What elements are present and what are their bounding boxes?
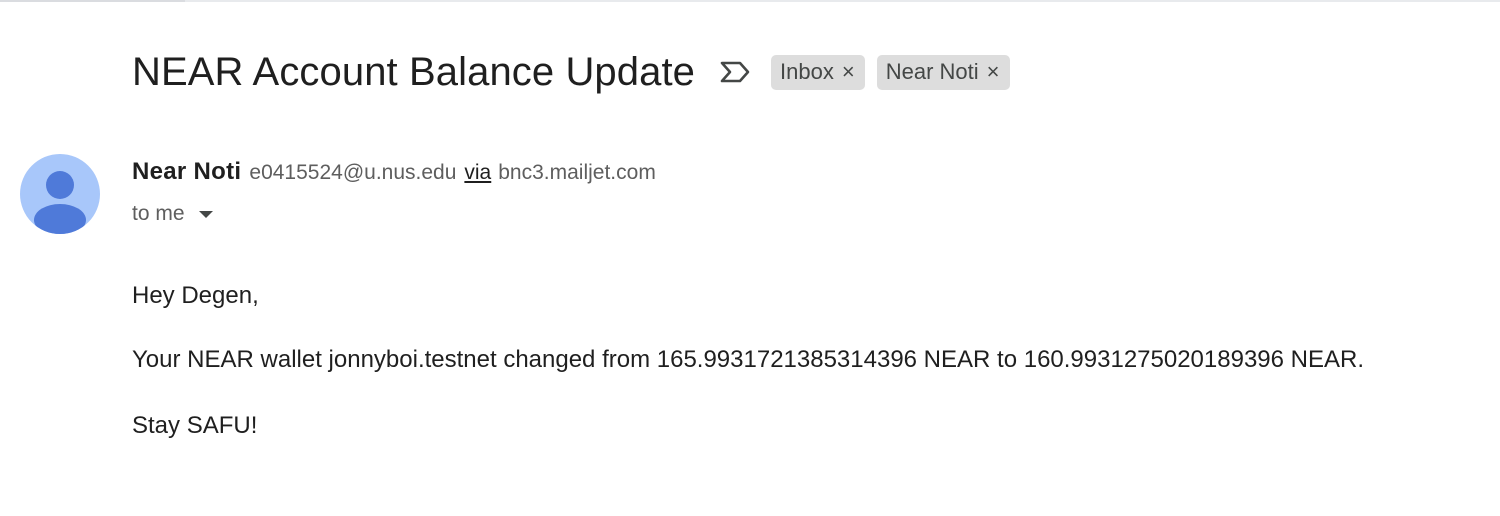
sender-name[interactable]: Near Noti: [132, 158, 241, 186]
email-subject: NEAR Account Balance Update: [132, 49, 696, 94]
subject-row: NEAR Account Balance Update Inbox × Near…: [132, 44, 1010, 100]
caret-down-icon[interactable]: [198, 210, 213, 218]
via-domain: bnc3.mailjet.com: [498, 161, 656, 184]
recipient-text: to me: [132, 202, 185, 225]
sender-email: e0415524@u.nus.edu: [249, 161, 457, 184]
importance-marker-icon[interactable]: [719, 58, 753, 86]
recipient-details-toggle[interactable]: to me: [132, 200, 213, 228]
top-divider: [0, 0, 1500, 2]
body-signoff: Stay SAFU!: [132, 412, 258, 439]
label-chip-near-noti: Near Noti ×: [876, 54, 1010, 90]
label-name: Near Noti: [885, 59, 979, 84]
body-greeting: Hey Degen,: [132, 282, 259, 309]
close-icon[interactable]: ×: [842, 61, 855, 83]
sender-info: Near Noti e0415524@u.nus.edu via bnc3.ma…: [132, 158, 656, 190]
body-message: Your NEAR wallet jonnyboi.testnet change…: [132, 346, 1365, 373]
default-avatar-icon: [34, 171, 86, 234]
sender-avatar[interactable]: [20, 154, 100, 234]
label-name: Inbox: [780, 59, 834, 84]
close-icon[interactable]: ×: [987, 61, 1000, 83]
label-chip-inbox: Inbox ×: [771, 54, 865, 90]
via-link[interactable]: via: [464, 161, 491, 185]
